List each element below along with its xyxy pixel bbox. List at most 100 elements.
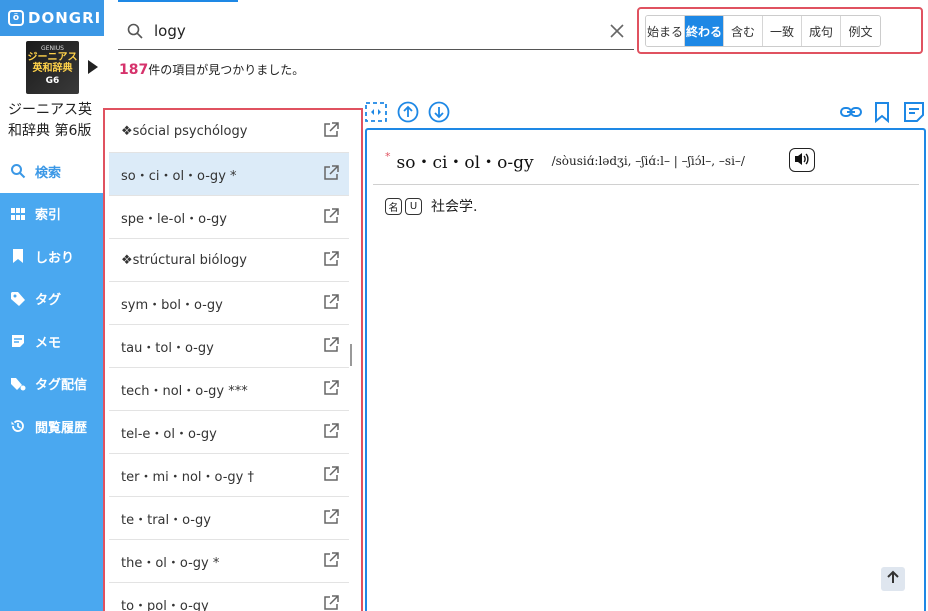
mode-contains-button[interactable]: 含む <box>724 16 763 46</box>
sidebar-item-label: 検索 <box>35 165 62 181</box>
sidebar-item-label: メモ <box>35 335 62 351</box>
list-item[interactable]: sym・bol・o-gy <box>109 282 349 325</box>
list-item[interactable]: tel-e・ol・o-gy <box>109 411 349 454</box>
sidebar-item-label: タグ配信 <box>35 378 88 394</box>
list-item[interactable]: spe・le-ol・o-gy <box>109 196 349 239</box>
mode-exact-button[interactable]: 一致 <box>763 16 802 46</box>
search-mode-group: 始まる 終わる 含む 一致 成句 例文 <box>645 15 881 47</box>
list-item-label: sym・bol・o-gy <box>121 297 223 313</box>
dictionary-selector[interactable]: GENIUS ジーニアス 英和辞典 G6 ジーニアス英和辞典 第6版 <box>0 36 104 150</box>
part-of-speech-tag: 名 <box>385 197 402 215</box>
top-progress-bar <box>118 0 238 2</box>
list-item-label: tel-e・ol・o-gy <box>121 426 217 442</box>
mode-starts-with-button[interactable]: 始まる <box>646 16 685 46</box>
entry-importance-mark: * <box>385 150 391 163</box>
list-item[interactable]: te・tral・o-gy <box>109 497 349 540</box>
mode-phrase-button[interactable]: 成句 <box>802 16 841 46</box>
open-external-icon[interactable] <box>323 165 339 185</box>
sidebar-item-label: タグ <box>35 293 62 309</box>
open-external-icon[interactable] <box>323 423 339 443</box>
list-item-label: tau・tol・o-gy <box>121 340 214 356</box>
sidebar-item-bookmarks[interactable]: しおり <box>0 235 104 278</box>
entry-pronunciation: /sòusiɑ́:lədʒi, –ʃiɑ́:l– | –ʃiɔ́l–, –si–… <box>551 153 745 168</box>
list-item-label: ter・mi・nol・o-gy † <box>121 469 254 485</box>
bookmark-icon[interactable] <box>873 101 891 127</box>
list-item[interactable]: tau・tol・o-gy <box>109 325 349 368</box>
sidebar-item-label: 閲覧履歴 <box>35 420 88 436</box>
open-external-icon[interactable] <box>323 552 339 572</box>
search-mode-panel: 始まる 終わる 含む 一致 成句 例文 <box>637 7 923 54</box>
search-icon <box>126 22 144 44</box>
back-to-top-button[interactable] <box>881 567 905 591</box>
list-item[interactable]: ter・mi・nol・o-gy † <box>109 454 349 497</box>
open-external-icon[interactable] <box>323 294 339 314</box>
entry-definition: 名 U 社会学. <box>385 196 477 216</box>
sidebar: ö DONGRI GENIUS ジーニアス 英和辞典 G6 ジーニアス英和辞典 … <box>0 0 104 611</box>
sidebar-nav: 検索 索引 しおり タグ メモ タグ配信 閲覧履歴 <box>0 150 104 448</box>
tag-share-icon <box>10 376 26 392</box>
open-external-icon[interactable] <box>323 509 339 529</box>
mode-ends-with-button[interactable]: 終わる <box>685 16 724 46</box>
open-external-icon[interactable] <box>323 208 339 228</box>
scroll-up-icon[interactable] <box>397 101 419 127</box>
list-item[interactable]: the・ol・o-gy * <box>109 540 349 583</box>
link-icon[interactable] <box>839 102 863 126</box>
open-external-icon[interactable] <box>323 337 339 357</box>
logo-icon: ö <box>8 10 24 26</box>
sidebar-item-index[interactable]: 索引 <box>0 193 104 236</box>
result-count-suffix: 件の項目が見つかりました。 <box>148 63 305 77</box>
sidebar-item-label: 索引 <box>35 208 62 224</box>
expand-icon[interactable] <box>365 102 387 126</box>
list-item[interactable]: tech・nol・o-gy *** <box>109 368 349 411</box>
list-item-label: to・pol・o-gy <box>121 598 209 611</box>
memo-icon[interactable] <box>903 101 925 127</box>
list-item[interactable]: ❖sócial psychólogy <box>109 110 349 153</box>
open-external-icon[interactable] <box>323 122 339 142</box>
scroll-down-icon[interactable] <box>428 101 450 127</box>
search-input[interactable] <box>154 18 594 44</box>
history-icon <box>10 418 26 434</box>
arrow-up-icon <box>885 569 901 589</box>
open-external-icon[interactable] <box>323 466 339 486</box>
speaker-icon <box>794 151 810 170</box>
sidebar-item-history[interactable]: 閲覧履歴 <box>0 405 104 448</box>
list-item-label: ❖strúctural biólogy <box>121 252 247 268</box>
open-external-icon[interactable] <box>323 251 339 271</box>
list-item-label: ❖sócial psychólogy <box>121 123 248 139</box>
sidebar-item-search[interactable]: 検索 <box>0 150 104 193</box>
list-item-label: the・ol・o-gy * <box>121 555 220 571</box>
sidebar-item-label: しおり <box>35 250 75 266</box>
grid-icon <box>10 206 26 222</box>
list-item-label: so・ci・ol・o-gy * <box>121 168 237 184</box>
entry-headword-row: * so・ci・ol・o-gy /sòusiɑ́:lədʒi, –ʃiɑ́:l–… <box>385 148 745 173</box>
definition-text: 社会学. <box>431 199 478 215</box>
memo-icon <box>10 333 26 349</box>
sidebar-item-tags[interactable]: タグ <box>0 278 104 321</box>
list-item[interactable]: to・pol・o-gy <box>109 583 349 611</box>
list-item-label: spe・le-ol・o-gy <box>121 211 227 227</box>
list-item[interactable]: so・ci・ol・o-gy * <box>109 153 349 196</box>
sidebar-item-memo[interactable]: メモ <box>0 320 104 363</box>
app-logo: ö DONGRI <box>0 0 104 36</box>
entry-headword: so・ci・ol・o-gy <box>396 153 534 173</box>
entry-detail-panel: * so・ci・ol・o-gy /sòusiɑ́:lədʒi, –ʃiɑ́:l–… <box>365 128 926 611</box>
entry-divider <box>373 184 919 185</box>
audio-play-button[interactable] <box>789 148 815 172</box>
clear-icon[interactable] <box>610 23 624 42</box>
bookmark-icon <box>10 248 26 264</box>
dictionary-name: ジーニアス英和辞典 第6版 <box>8 102 92 139</box>
list-scrollbar[interactable] <box>350 344 352 366</box>
mode-example-button[interactable]: 例文 <box>841 16 880 46</box>
open-external-icon[interactable] <box>323 380 339 400</box>
list-item-label: te・tral・o-gy <box>121 512 211 528</box>
result-count-number: 187 <box>119 62 149 78</box>
dictionary-cover: GENIUS ジーニアス 英和辞典 G6 <box>26 41 79 94</box>
open-external-icon[interactable] <box>323 595 339 611</box>
sidebar-item-tag-share[interactable]: タグ配信 <box>0 363 104 406</box>
uncountable-tag: U <box>405 197 422 215</box>
list-item[interactable]: ❖strúctural biólogy <box>109 239 349 282</box>
tag-icon <box>10 291 26 307</box>
dictionary-arrow-icon[interactable] <box>88 60 98 74</box>
search-bar <box>118 12 634 50</box>
result-list: ❖sócial psychólogy so・ci・ol・o-gy * spe・l… <box>103 108 363 611</box>
